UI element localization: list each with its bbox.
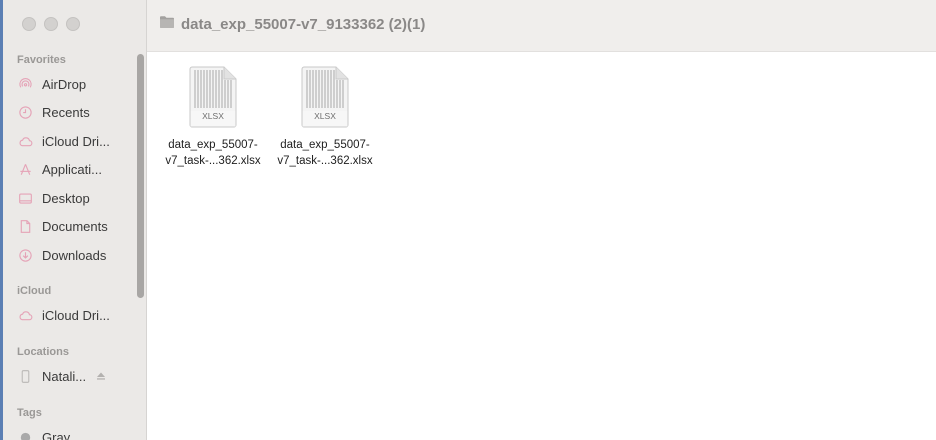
sidebar-item-label: Documents <box>42 218 108 234</box>
sidebar-item-label: Desktop <box>42 190 90 206</box>
file-browser: XLSX data_exp_55007- v7_task-...362.xlsx <box>147 52 936 440</box>
sidebar-item-icloud-drive-2[interactable]: iCloud Dri... <box>17 304 110 326</box>
window-title-text: data_exp_55007-v7_9133362 (2)(1) <box>181 16 426 33</box>
sidebar-item-label: Applicati... <box>42 161 102 177</box>
close-button[interactable] <box>22 17 36 31</box>
toolbar: data_exp_55007-v7_9133362 (2)(1) <box>147 0 936 52</box>
file-name-line1: data_exp_55007- <box>280 139 370 151</box>
sidebar-item-recents[interactable]: Recents <box>17 101 90 123</box>
sidebar-item-airdrop[interactable]: AirDrop <box>17 73 86 95</box>
file-type-label: XLSX <box>314 111 336 121</box>
sidebar-item-label: Downloads <box>42 247 107 263</box>
sidebar-item-documents[interactable]: Documents <box>17 215 108 237</box>
sidebar-scrollbar[interactable] <box>137 54 144 298</box>
window-controls <box>22 17 80 31</box>
eject-icon[interactable] <box>96 371 106 381</box>
sidebar-item-label: iCloud Dri... <box>42 307 110 323</box>
xlsx-file-icon: XLSX <box>301 66 349 128</box>
favorites-header: Favorites <box>17 54 66 66</box>
sidebar-item-device[interactable]: Natali... <box>17 365 106 387</box>
locations-header: Locations <box>17 346 69 358</box>
sidebar-item-icloud-drive[interactable]: iCloud Dri... <box>17 130 110 152</box>
finder-window: Favorites AirDrop Recents iCloud Dri... … <box>0 0 936 440</box>
sidebar-item-downloads[interactable]: Downloads <box>17 244 106 266</box>
file-name-line2: v7_task-...362.xlsx <box>165 155 261 167</box>
file-name-line1: data_exp_55007- <box>168 139 258 151</box>
sidebar-item-label: AirDrop <box>42 76 87 92</box>
icloud-header: iCloud <box>17 285 52 297</box>
file-name-line2: v7_task-...362.xlsx <box>277 155 373 167</box>
desktop-icon <box>17 190 33 206</box>
sidebar-item-applications[interactable]: Applicati... <box>17 158 102 180</box>
sidebar-item-label: iCloud Dri... <box>42 133 110 149</box>
file-item[interactable]: XLSX data_exp_55007- v7_task-...362.xlsx <box>159 66 267 169</box>
phone-icon <box>17 368 33 384</box>
sidebar: Favorites AirDrop Recents iCloud Dri... … <box>3 0 147 440</box>
minimize-button[interactable] <box>44 17 58 31</box>
cloud-icon <box>17 307 33 323</box>
file-name: data_exp_55007- v7_task-...362.xlsx <box>165 137 260 169</box>
xlsx-file-icon: XLSX <box>189 66 237 128</box>
file-item[interactable]: XLSX data_exp_55007- v7_task-...362.xlsx <box>271 66 379 169</box>
cloud-icon <box>17 133 33 149</box>
sidebar-item-desktop[interactable]: Desktop <box>17 187 90 209</box>
sidebar-item-tag-gray[interactable]: Gray <box>17 426 70 440</box>
airdrop-icon <box>17 76 33 92</box>
tag-dot-icon <box>17 429 33 440</box>
download-icon <box>17 247 33 263</box>
clock-icon <box>17 104 33 120</box>
document-icon <box>17 218 33 234</box>
folder-icon <box>159 15 175 34</box>
sidebar-item-label: Recents <box>42 104 90 120</box>
applications-icon <box>17 161 33 177</box>
file-name: data_exp_55007- v7_task-...362.xlsx <box>277 137 372 169</box>
sidebar-item-label: Gray <box>42 429 71 440</box>
zoom-button[interactable] <box>66 17 80 31</box>
file-type-label: XLSX <box>202 111 224 121</box>
window-title: data_exp_55007-v7_9133362 (2)(1) <box>159 15 425 34</box>
tags-header: Tags <box>17 407 42 419</box>
sidebar-item-label: Natali... <box>42 368 87 384</box>
